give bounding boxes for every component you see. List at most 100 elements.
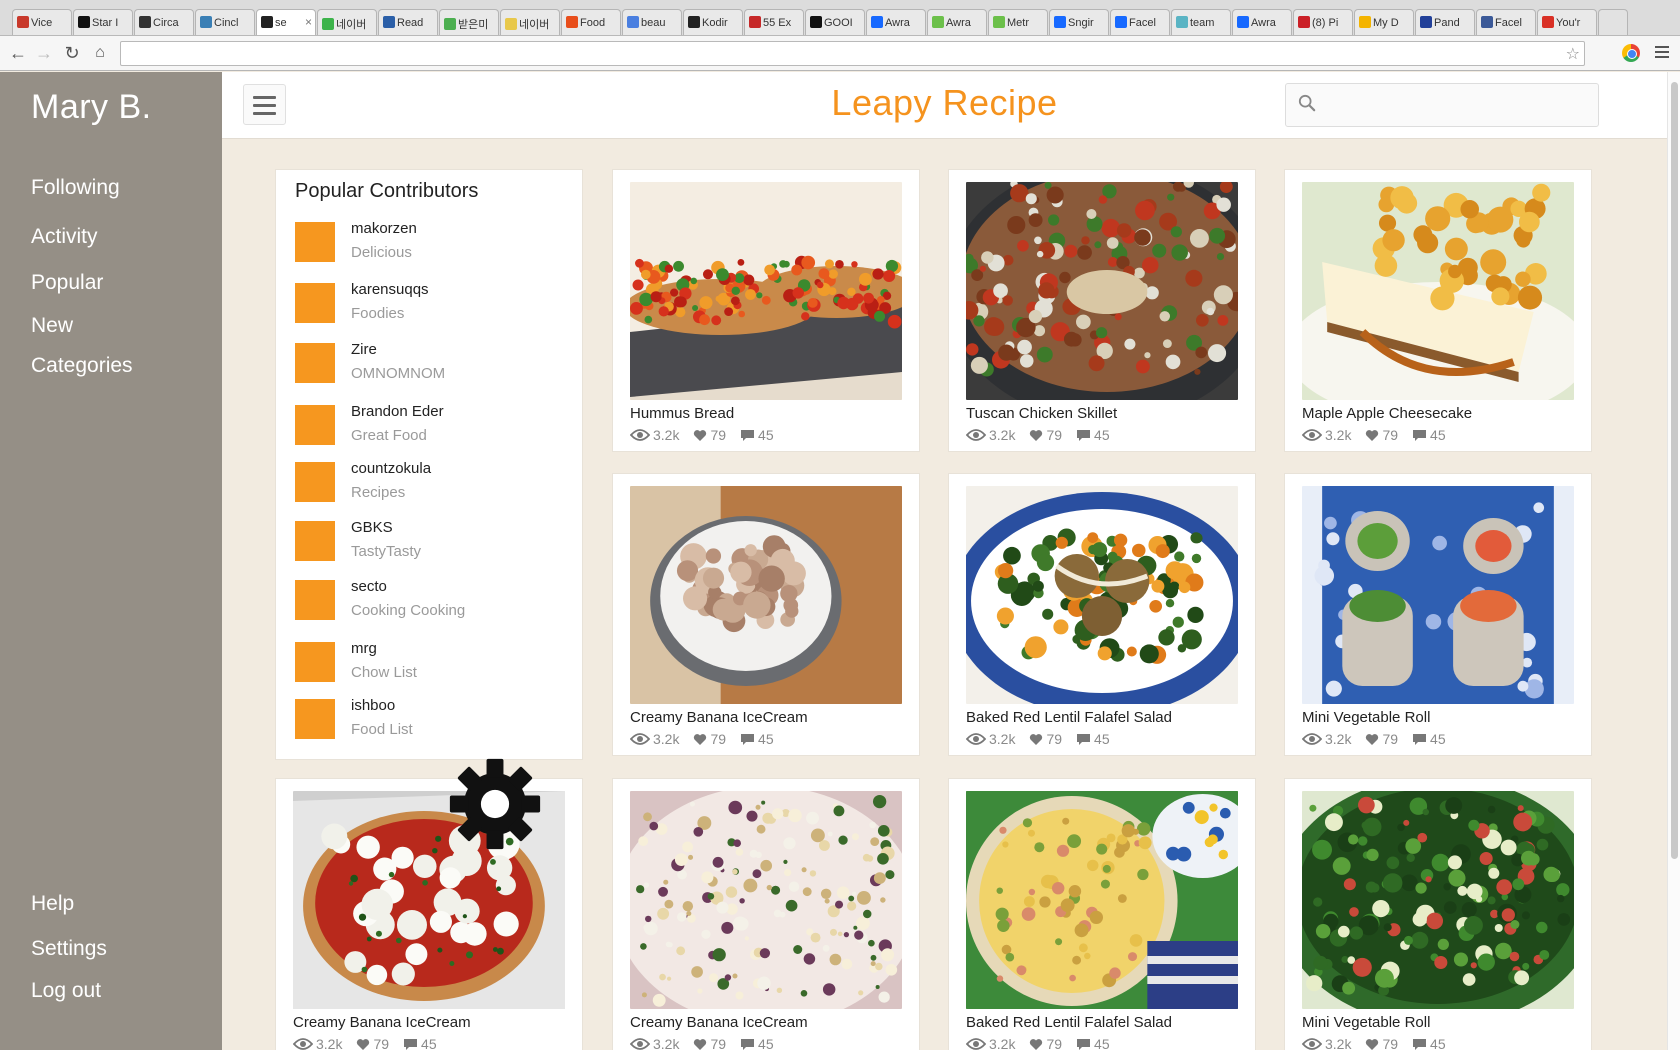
contributor-item[interactable]: makorzen Delicious — [295, 220, 575, 264]
recipe-title[interactable]: Mini Vegetable Roll — [1302, 709, 1430, 726]
nav-settings[interactable]: Settings — [31, 937, 107, 961]
new-tab-button[interactable] — [1598, 9, 1628, 35]
reload-icon[interactable]: ↻ — [62, 43, 82, 63]
nav-categories[interactable]: Categories — [31, 354, 133, 378]
comments-stat[interactable]: 45 — [740, 427, 774, 443]
comments-stat[interactable]: 45 — [1076, 731, 1110, 747]
recipe-photo[interactable] — [1302, 182, 1574, 400]
contributor-item[interactable]: GBKS TastyTasty — [295, 519, 575, 563]
likes-stat[interactable]: 79 — [1365, 427, 1398, 443]
browser-tab[interactable]: 받은미 — [439, 9, 499, 35]
recipe-photo[interactable] — [966, 791, 1238, 1009]
nav-new[interactable]: New — [31, 314, 73, 338]
browser-tab[interactable]: se × — [256, 9, 316, 35]
browser-tab[interactable]: team — [1171, 9, 1231, 35]
nav-help[interactable]: Help — [31, 892, 74, 916]
browser-tab[interactable]: 네이버 — [500, 9, 560, 35]
hamburger-menu-button[interactable] — [243, 84, 286, 125]
recipe-photo[interactable] — [966, 182, 1238, 400]
recipe-card[interactable]: Maple Apple Cheesecake 3.2k 79 45 — [1284, 169, 1592, 452]
browser-tab[interactable]: Pand — [1415, 9, 1475, 35]
comments-stat[interactable]: 45 — [403, 1036, 437, 1050]
recipe-photo[interactable] — [1302, 486, 1574, 704]
browser-tab[interactable]: Kodir — [683, 9, 743, 35]
recipe-title[interactable]: Mini Vegetable Roll — [1302, 1014, 1430, 1031]
recipe-title[interactable]: Creamy Banana IceCream — [630, 1014, 808, 1031]
bookmark-star-icon[interactable]: ☆ — [1566, 44, 1580, 64]
contributor-item[interactable]: Brandon Eder Great Food — [295, 403, 575, 447]
browser-tab[interactable]: Sngir — [1049, 9, 1109, 35]
browser-tab[interactable]: Awra — [927, 9, 987, 35]
likes-stat[interactable]: 79 — [693, 1036, 726, 1050]
recipe-card[interactable]: Tuscan Chicken Skillet 3.2k 79 45 — [948, 169, 1256, 452]
contributor-item[interactable]: secto Cooking Cooking — [295, 578, 575, 622]
comments-stat[interactable]: 45 — [1412, 427, 1446, 443]
recipe-title[interactable]: Creamy Banana IceCream — [293, 1014, 471, 1031]
contributor-item[interactable]: karensuqqs Foodies — [295, 281, 575, 325]
recipe-photo[interactable] — [630, 182, 902, 400]
contributor-item[interactable]: ishboo Food List — [295, 697, 575, 741]
recipe-card[interactable]: Hummus Bread 3.2k 79 45 — [612, 169, 920, 452]
recipe-title[interactable]: Creamy Banana IceCream — [630, 709, 808, 726]
browser-tab[interactable]: beau — [622, 9, 682, 35]
browser-tab[interactable]: Food — [561, 9, 621, 35]
likes-stat[interactable]: 79 — [1365, 1036, 1398, 1050]
comments-stat[interactable]: 45 — [740, 731, 774, 747]
recipe-photo[interactable] — [630, 791, 902, 1009]
recipe-title[interactable]: Hummus Bread — [630, 405, 734, 422]
recipe-photo[interactable] — [630, 486, 902, 704]
recipe-card[interactable]: Baked Red Lentil Falafel Salad 3.2k 79 45 — [948, 778, 1256, 1050]
browser-tab[interactable]: My D — [1354, 9, 1414, 35]
likes-stat[interactable]: 79 — [356, 1036, 389, 1050]
likes-stat[interactable]: 79 — [1029, 1036, 1062, 1050]
likes-stat[interactable]: 79 — [1029, 731, 1062, 747]
recipe-card[interactable]: Creamy Banana IceCream 3.2k 79 45 — [612, 473, 920, 756]
recipe-card[interactable]: Mini Vegetable Roll 3.2k 79 45 — [1284, 778, 1592, 1050]
scrollbar-thumb[interactable] — [1671, 82, 1678, 859]
contributor-item[interactable]: mrg Chow List — [295, 640, 575, 684]
forward-icon[interactable]: → — [34, 43, 54, 63]
recipe-title[interactable]: Maple Apple Cheesecake — [1302, 405, 1472, 422]
likes-stat[interactable]: 79 — [1029, 427, 1062, 443]
contributor-item[interactable]: countzokula Recipes — [295, 460, 575, 504]
recipe-title[interactable]: Baked Red Lentil Falafel Salad — [966, 709, 1172, 726]
nav-following[interactable]: Following — [31, 176, 120, 200]
likes-stat[interactable]: 79 — [693, 427, 726, 443]
home-icon[interactable]: ⌂ — [90, 43, 110, 63]
browser-tab[interactable]: Awra — [866, 9, 926, 35]
nav-activity[interactable]: Activity — [31, 225, 98, 249]
browser-tab[interactable]: Cincl — [195, 9, 255, 35]
search-input[interactable] — [1328, 90, 1588, 120]
extension-icon[interactable] — [1622, 44, 1640, 62]
settings-gear-icon[interactable] — [448, 757, 542, 851]
recipe-card[interactable]: Baked Red Lentil Falafel Salad 3.2k 79 45 — [948, 473, 1256, 756]
address-bar[interactable]: ☆ — [120, 41, 1585, 66]
browser-tab[interactable]: (8) Pi — [1293, 9, 1353, 35]
recipe-title[interactable]: Tuscan Chicken Skillet — [966, 405, 1117, 422]
browser-tab[interactable]: Facel — [1476, 9, 1536, 35]
recipe-card[interactable]: Mini Vegetable Roll 3.2k 79 45 — [1284, 473, 1592, 756]
browser-tab[interactable]: 55 Ex — [744, 9, 804, 35]
close-tab-icon[interactable]: × — [305, 15, 312, 29]
recipe-title[interactable]: Baked Red Lentil Falafel Salad — [966, 1014, 1172, 1031]
recipe-photo[interactable] — [966, 486, 1238, 704]
likes-stat[interactable]: 79 — [1365, 731, 1398, 747]
browser-tab[interactable]: 네이버 — [317, 9, 377, 35]
comments-stat[interactable]: 45 — [1076, 1036, 1110, 1050]
browser-tab[interactable]: Facel — [1110, 9, 1170, 35]
browser-tab[interactable]: Circa — [134, 9, 194, 35]
browser-tab[interactable]: Vice — [12, 9, 72, 35]
browser-menu-icon[interactable] — [1655, 46, 1669, 61]
recipe-photo[interactable] — [1302, 791, 1574, 1009]
browser-tab[interactable]: GOOI — [805, 9, 865, 35]
back-icon[interactable]: ← — [8, 43, 28, 63]
contributor-item[interactable]: Zire OMNOMNOM — [295, 341, 575, 385]
comments-stat[interactable]: 45 — [740, 1036, 774, 1050]
comments-stat[interactable]: 45 — [1076, 427, 1110, 443]
comments-stat[interactable]: 45 — [1412, 1036, 1446, 1050]
recipe-card[interactable]: Creamy Banana IceCream 3.2k 79 45 — [612, 778, 920, 1050]
likes-stat[interactable]: 79 — [693, 731, 726, 747]
page-scrollbar[interactable] — [1667, 72, 1680, 1050]
browser-tab[interactable]: Read — [378, 9, 438, 35]
browser-tab[interactable]: Awra — [1232, 9, 1292, 35]
